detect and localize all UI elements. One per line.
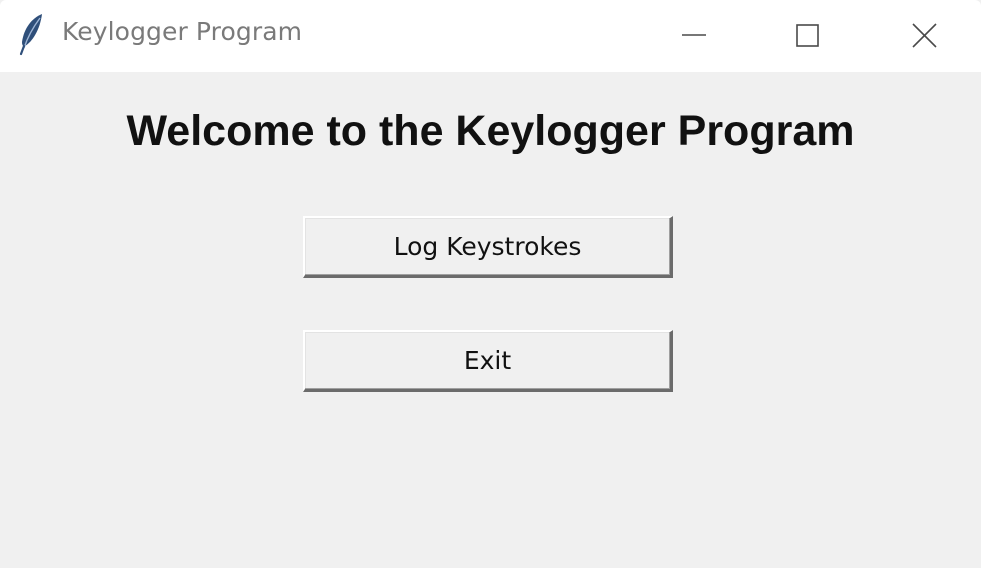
feather-icon: [18, 12, 46, 56]
exit-button[interactable]: Exit: [303, 330, 673, 392]
title-bar[interactable]: Keylogger Program: [0, 0, 981, 72]
window-title: Keylogger Program: [62, 17, 303, 46]
main-content: Welcome to the Keylogger Program Log Key…: [0, 72, 981, 568]
exit-label: Exit: [463, 346, 512, 375]
page-title: Welcome to the Keylogger Program: [126, 107, 855, 155]
app-window: Keylogger Program Welcome to the Keylogg…: [0, 0, 981, 568]
log-keystrokes-label: Log Keystrokes: [393, 232, 582, 261]
log-keystrokes-button[interactable]: Log Keystrokes: [303, 216, 673, 278]
maximize-button[interactable]: [750, 0, 866, 72]
close-button[interactable]: [866, 0, 981, 72]
minimize-button[interactable]: [636, 0, 752, 72]
